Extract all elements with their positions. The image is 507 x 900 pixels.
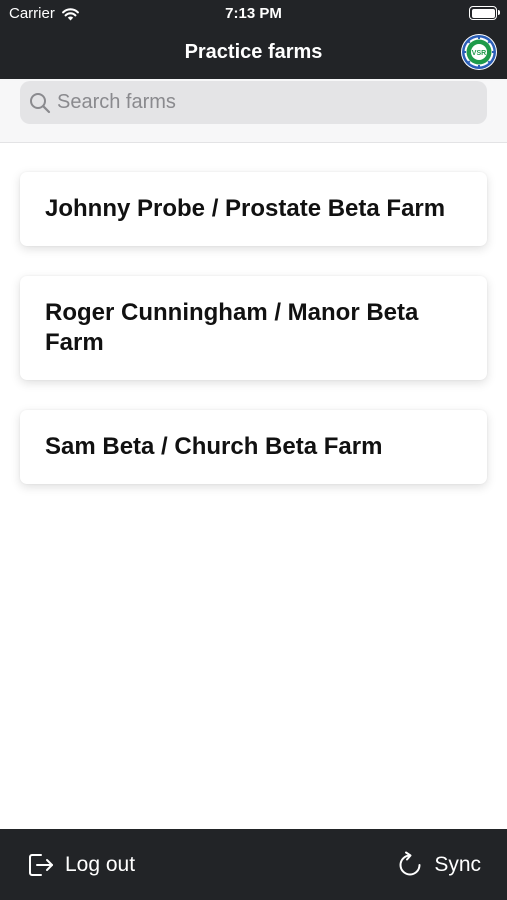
page-title: Practice farms [184,41,323,63]
farm-card-label: Roger Cunningham / Manor Beta Farm [45,299,419,356]
logo-text: VSR [472,50,486,57]
farm-card[interactable]: Sam Beta / Church Beta Farm [20,410,487,484]
farm-card[interactable]: Roger Cunningham / Manor Beta Farm [20,276,487,380]
sync-button[interactable]: Sync [396,851,481,879]
status-bar: Carrier 7:13 PM [0,0,507,28]
vsr-logo[interactable]: VSR [461,34,497,70]
search-input[interactable] [57,91,457,114]
clock: 7:13 PM [225,5,282,22]
battery-icon [469,6,500,20]
logout-label: Log out [65,853,136,876]
search-area [0,79,507,143]
logout-icon [29,854,53,876]
farm-card-label: Sam Beta / Church Beta Farm [45,433,383,460]
farm-list: Johnny Probe / Prostate Beta Farm Roger … [20,172,487,514]
farm-card-label: Johnny Probe / Prostate Beta Farm [45,195,446,222]
search-bar[interactable] [20,81,487,124]
sync-icon [399,851,421,876]
bottom-toolbar: Log out Sync [0,829,507,900]
logout-button[interactable]: Log out [27,851,135,879]
search-icon [30,92,51,113]
farm-card[interactable]: Johnny Probe / Prostate Beta Farm [20,172,487,246]
top-bar: Carrier 7:13 PM Practice farms VSR [0,0,507,79]
sync-label: Sync [434,853,481,876]
